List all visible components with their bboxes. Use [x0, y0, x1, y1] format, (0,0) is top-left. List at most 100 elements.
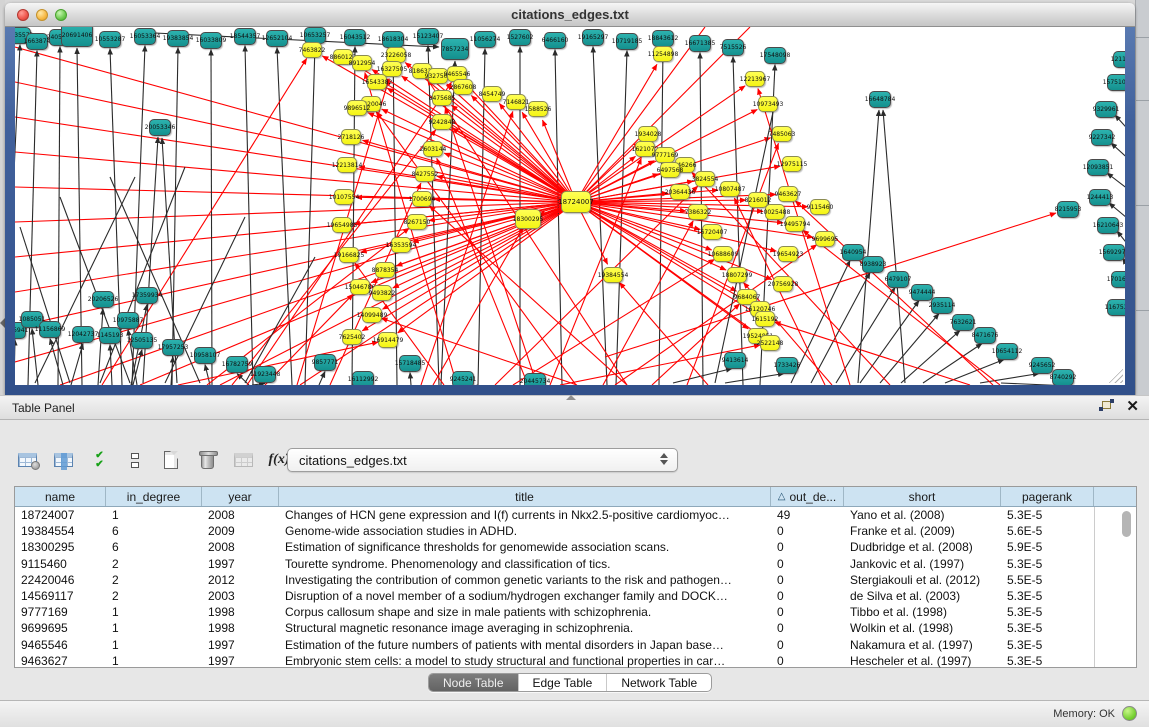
network-node[interactable]: 8471676 [974, 327, 996, 344]
memory-indicator-icon[interactable] [1122, 706, 1137, 721]
table-selector-combobox[interactable]: citations_edges.txt [287, 448, 678, 472]
table-cell-pagerank[interactable]: 5.3E-5 [1001, 638, 1094, 652]
network-node[interactable]: 1211748 [1113, 51, 1125, 68]
table-cell-pagerank[interactable]: 5.3E-5 [1001, 621, 1094, 635]
network-node[interactable]: 1615192 [755, 311, 775, 327]
network-node[interactable]: 8740292 [1052, 369, 1074, 386]
table-cell-out_de[interactable]: 0 [771, 573, 844, 587]
vertical-scrollbar-thumb[interactable] [1122, 511, 1131, 537]
network-node[interactable]: 1588526 [528, 101, 548, 117]
network-node[interactable]: 19495794 [785, 216, 805, 232]
table-cell-year[interactable]: 1998 [202, 621, 279, 635]
table-cell-year[interactable]: 2008 [202, 508, 279, 522]
network-node[interactable]: 14099489 [362, 307, 382, 323]
table-cell-name[interactable]: 18300295 [15, 540, 106, 554]
network-node[interactable]: 8878354 [375, 262, 395, 278]
network-node[interactable]: 11923448 [254, 366, 276, 383]
network-canvas[interactable]: 9335572166387424055722069140610553287160… [15, 27, 1125, 385]
table-cell-title[interactable]: Tourette syndrome. Phenomenology and cla… [279, 557, 771, 571]
network-node[interactable]: 20206526 [92, 291, 114, 308]
network-node[interactable]: 8938923 [862, 256, 884, 273]
table-cell-pagerank[interactable]: 5.3E-5 [1001, 508, 1094, 522]
network-node[interactable]: 16043512 [344, 29, 366, 46]
network-node[interactable]: 10958107 [194, 347, 216, 364]
network-node[interactable]: 16210643 [1097, 217, 1119, 234]
network-node[interactable]: 19654923 [778, 246, 798, 262]
network-node[interactable]: 17957253 [162, 339, 184, 356]
table-cell-out_de[interactable]: 0 [771, 540, 844, 554]
network-node[interactable]: 18843612 [652, 30, 674, 47]
table-cell-out_de[interactable]: 0 [771, 589, 844, 603]
table-cell-title[interactable]: Disruption of a novel member of a sodium… [279, 589, 771, 603]
table-cell-year[interactable]: 1997 [202, 654, 279, 668]
network-node[interactable]: 20445734 [524, 373, 546, 386]
table-cell-year[interactable]: 1997 [202, 638, 279, 652]
network-node[interactable]: 19383854 [167, 30, 189, 47]
table-cell-in_degree[interactable]: 2 [106, 557, 202, 571]
delete-column-button[interactable] [192, 446, 222, 474]
table-row[interactable]: 946554611997Estimation of the future num… [15, 637, 1136, 653]
column-filter-button[interactable]: ✔✔ [84, 446, 114, 474]
network-node[interactable]: 1640954 [842, 244, 864, 261]
table-row[interactable]: 1938455462009Genome-wide association stu… [15, 523, 1136, 539]
network-node[interactable]: 1663874 [26, 33, 48, 50]
network-node[interactable]: 20053346 [149, 119, 171, 136]
table-cell-title[interactable]: Embryonic stem cells: a model to study s… [279, 654, 771, 668]
network-node[interactable]: 11056274 [474, 31, 496, 48]
network-node[interactable]: 12975115 [782, 156, 802, 172]
network-node[interactable]: 15751074 [1107, 74, 1125, 91]
network-node[interactable]: 12213967 [745, 71, 765, 87]
table-cell-pagerank[interactable]: 5.5E-5 [1001, 573, 1094, 587]
network-node[interactable]: 19384554 [603, 267, 623, 283]
table-cell-name[interactable]: 22420046 [15, 573, 106, 587]
network-node[interactable]: 16720407 [702, 224, 722, 240]
table-cell-year[interactable]: 1998 [202, 605, 279, 619]
table-cell-pagerank[interactable]: 5.9E-5 [1001, 540, 1094, 554]
network-node[interactable]: 11254898 [653, 46, 673, 62]
table-cell-name[interactable]: 9777169 [15, 605, 106, 619]
network-node[interactable]: 2867608 [453, 79, 473, 95]
network-node[interactable]: 12213814 [337, 157, 357, 173]
table-cell-year[interactable]: 2008 [202, 540, 279, 554]
create-column-button[interactable] [156, 446, 186, 474]
network-node[interactable]: 9329961 [1095, 101, 1117, 118]
table-cell-short[interactable]: Wolkin et al. (1998) [844, 621, 1001, 635]
network-node[interactable]: 1244413 [1089, 189, 1111, 206]
table-cell-title[interactable]: Genome-wide association studies in ADHD. [279, 524, 771, 538]
network-node[interactable]: 10553287 [99, 31, 121, 48]
table-cell-name[interactable]: 18724007 [15, 508, 106, 522]
network-node[interactable]: 9699695 [815, 231, 835, 247]
table-cell-out_de[interactable]: 0 [771, 524, 844, 538]
network-node[interactable]: 18300295 [515, 209, 541, 229]
column-header-short[interactable]: short [844, 487, 1001, 506]
column-header-year[interactable]: year [202, 487, 279, 506]
network-node[interactable]: 15046786 [350, 279, 370, 295]
table-cell-in_degree[interactable]: 6 [106, 540, 202, 554]
network-node[interactable]: 10688609 [713, 246, 733, 262]
table-row[interactable]: 911546021997Tourette syndrome. Phenomeno… [15, 556, 1136, 572]
table-settings-button[interactable] [12, 446, 42, 474]
network-node[interactable]: 1167533 [1107, 299, 1125, 316]
table-row[interactable]: 1830029562008Estimation of significance … [15, 539, 1136, 555]
table-cell-short[interactable]: Stergiakouli et al. (2012) [844, 573, 1001, 587]
table-row[interactable]: 1872400712008Changes of HCN gene express… [15, 507, 1136, 523]
network-node[interactable]: 9115460 [810, 199, 830, 215]
table-cell-in_degree[interactable]: 1 [106, 508, 202, 522]
network-node[interactable]: 11156869 [39, 321, 61, 338]
table-cell-short[interactable]: Nakamura et al. (1997) [844, 638, 1001, 652]
table-cell-out_de[interactable]: 0 [771, 654, 844, 668]
network-node[interactable]: 2718126 [341, 129, 361, 145]
network-node[interactable]: 15692971 [1103, 244, 1125, 261]
table-cell-name[interactable]: 9465546 [15, 638, 106, 652]
network-node[interactable]: 9493822 [372, 285, 392, 301]
network-node[interactable]: 7625402 [342, 329, 362, 345]
table-cell-short[interactable]: Dudbridge et al. (2008) [844, 540, 1001, 554]
network-node[interactable]: 1145193 [99, 327, 121, 344]
network-node[interactable]: 16033809 [200, 32, 222, 49]
table-panel-titlebar[interactable]: Table Panel ✕ [0, 395, 1149, 420]
network-node[interactable]: 7857234 [441, 38, 469, 60]
network-node[interactable]: 15718485 [399, 355, 421, 372]
network-node[interactable]: 9474444 [911, 284, 933, 301]
network-node[interactable]: 16353594 [391, 237, 411, 253]
network-node[interactable]: 20691406 [61, 27, 93, 47]
